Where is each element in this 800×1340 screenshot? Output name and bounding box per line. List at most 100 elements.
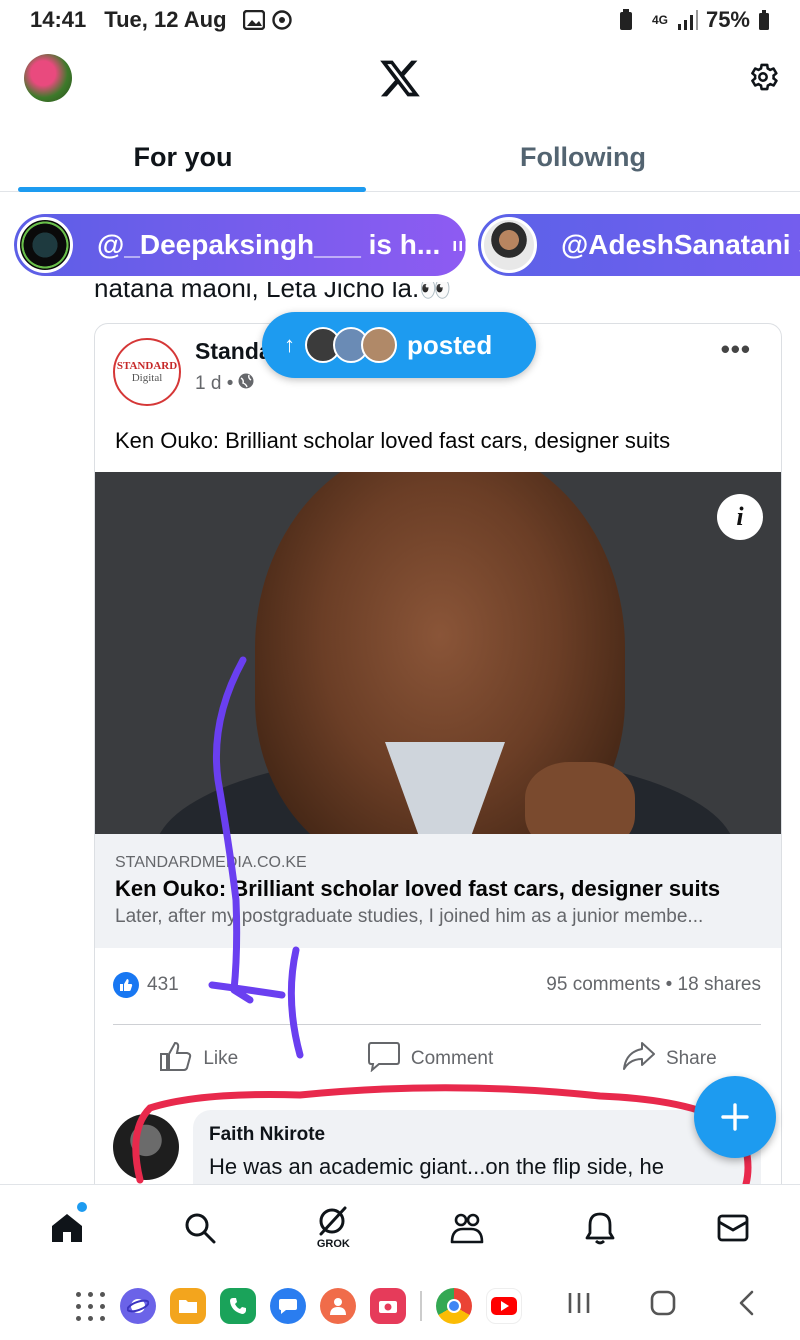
signal-icon xyxy=(676,10,698,30)
space-pill[interactable]: @_Deepaksingh___ is h... ııı xyxy=(14,214,469,276)
like-count: 431 xyxy=(147,974,179,995)
more-options-icon: ••• xyxy=(720,334,751,364)
post-headline: Ken Ouko: Brilliant scholar loved fast c… xyxy=(115,428,671,453)
battery-percent: 75% xyxy=(705,7,750,32)
status-bar: 14:41 Tue, 12 Aug 4G 75% xyxy=(0,0,800,40)
like-reaction-icon xyxy=(113,972,139,998)
embedded-image-card[interactable]: STANDARD Digital Standa 1 d • ••• Ken Ou… xyxy=(94,323,782,1223)
comment-text: He was an academic giant...on the flip s… xyxy=(209,1154,664,1179)
space-label: @_Deepaksingh___ is h... xyxy=(97,229,441,260)
space-pill[interactable]: @AdeshSanatani s xyxy=(478,214,800,276)
android-taskbar xyxy=(0,1272,800,1340)
standard-digital-logo: STANDARD Digital xyxy=(113,338,181,406)
link-description: Later, after my postgraduate studies, I … xyxy=(115,906,704,927)
space-host-avatar xyxy=(481,217,537,273)
nav-home[interactable] xyxy=(37,1198,97,1258)
back-button[interactable] xyxy=(722,1290,772,1323)
thumbs-up-icon xyxy=(159,1040,193,1078)
link-domain: STANDARDMEDIA.CO.KE xyxy=(115,854,307,871)
search-icon xyxy=(185,1213,216,1243)
like-label: Like xyxy=(203,1048,239,1069)
compose-button[interactable] xyxy=(694,1076,776,1158)
like-action: Like xyxy=(159,1040,238,1078)
camera-app-icon[interactable] xyxy=(370,1288,406,1324)
globe-icon xyxy=(237,372,255,396)
bottom-navigation: GROK xyxy=(0,1184,800,1270)
comment-avatar xyxy=(113,1114,179,1180)
share-action: Share xyxy=(622,1040,717,1078)
live-spaces-row: @_Deepaksingh___ is h... ııı @AdeshSanat… xyxy=(0,214,800,278)
link-preview: STANDARDMEDIA.CO.KE Ken Ouko: Brilliant … xyxy=(95,834,781,948)
status-date: Tue, 12 Aug xyxy=(104,7,227,32)
post-actions: Like Comment Share xyxy=(95,1040,781,1078)
home-icon xyxy=(51,1213,82,1242)
files-app-icon[interactable] xyxy=(170,1288,206,1324)
tab-following-label: Following xyxy=(520,142,646,172)
share-arrow-icon xyxy=(622,1040,656,1078)
arrow-up-icon: ↑ xyxy=(284,332,295,357)
grok-label: GROK xyxy=(316,1237,350,1250)
poster-avatar xyxy=(361,327,397,363)
logo-text-bottom: Digital xyxy=(131,372,163,384)
taskbar-separator xyxy=(420,1291,422,1321)
gear-icon[interactable] xyxy=(746,60,780,94)
internet-app-icon[interactable] xyxy=(120,1288,156,1324)
share-label: Share xyxy=(665,1048,717,1069)
comment-share-stats: 95 comments • 18 shares xyxy=(546,974,761,995)
contacts-app-icon[interactable] xyxy=(320,1288,356,1324)
nav-search[interactable] xyxy=(170,1198,230,1258)
nav-grok[interactable]: GROK xyxy=(303,1198,363,1258)
app-drawer-icon[interactable] xyxy=(74,1290,106,1322)
status-time: 14:41 xyxy=(30,7,87,32)
link-title: Ken Ouko: Brilliant scholar loved fast c… xyxy=(115,876,721,901)
recents-button[interactable] xyxy=(554,1290,604,1322)
new-posts-pill[interactable]: ↑ posted xyxy=(262,312,536,378)
photo-hand xyxy=(525,762,635,834)
reaction-summary: 431 95 comments • 18 shares xyxy=(113,972,761,998)
comment-label: Comment xyxy=(410,1048,494,1069)
comment-action: Comment xyxy=(367,1040,493,1078)
profile-avatar[interactable] xyxy=(24,54,72,102)
plus-icon xyxy=(721,1103,749,1131)
notification-dot xyxy=(76,1201,87,1212)
logo-text-top: STANDARD xyxy=(116,360,178,372)
battery-icon xyxy=(758,10,770,30)
post-meta: 1 d • xyxy=(195,372,255,396)
nav-communities[interactable] xyxy=(437,1198,497,1258)
space-label: @AdeshSanatani s xyxy=(561,229,800,260)
sync-notification-icon xyxy=(271,9,293,31)
tab-for-you[interactable]: For you xyxy=(0,128,366,192)
grok-icon xyxy=(319,1206,347,1235)
page-name: Standa xyxy=(195,338,272,364)
top-bar xyxy=(0,50,800,110)
feed-tabs: For you Following xyxy=(0,128,800,192)
chrome-app-icon[interactable] xyxy=(436,1288,472,1324)
gallery-notification-icon xyxy=(242,10,265,30)
nav-notifications[interactable] xyxy=(570,1198,630,1258)
home-button[interactable] xyxy=(638,1290,688,1323)
youtube-app-icon[interactable] xyxy=(486,1288,522,1324)
network-type: 4G xyxy=(651,13,668,27)
divider xyxy=(113,1024,761,1025)
nav-messages[interactable] xyxy=(703,1198,763,1258)
post-time: 1 d • xyxy=(195,373,234,394)
comment-bubble-icon xyxy=(367,1040,401,1078)
tweet-text: natana maoni, Leta Jicho la.👀 xyxy=(94,282,452,302)
tab-for-you-label: For you xyxy=(133,142,233,172)
messages-app-icon[interactable] xyxy=(270,1288,306,1324)
space-host-avatar xyxy=(17,217,73,273)
battery-saver-icon xyxy=(618,9,634,31)
article-photo: i xyxy=(95,472,781,834)
posted-label: posted xyxy=(407,329,493,360)
bell-icon xyxy=(585,1212,615,1244)
info-icon: i xyxy=(717,494,763,540)
envelope-icon xyxy=(717,1214,749,1241)
tab-following[interactable]: Following xyxy=(366,128,800,191)
comment-author: Faith Nkirote xyxy=(209,1124,326,1145)
phone-app-icon[interactable] xyxy=(220,1288,256,1324)
communities-icon xyxy=(450,1213,483,1243)
active-tab-indicator xyxy=(18,187,366,192)
x-logo-icon[interactable] xyxy=(378,56,422,100)
poster-avatars xyxy=(305,327,397,363)
audio-bars-icon: ııı xyxy=(452,234,471,255)
